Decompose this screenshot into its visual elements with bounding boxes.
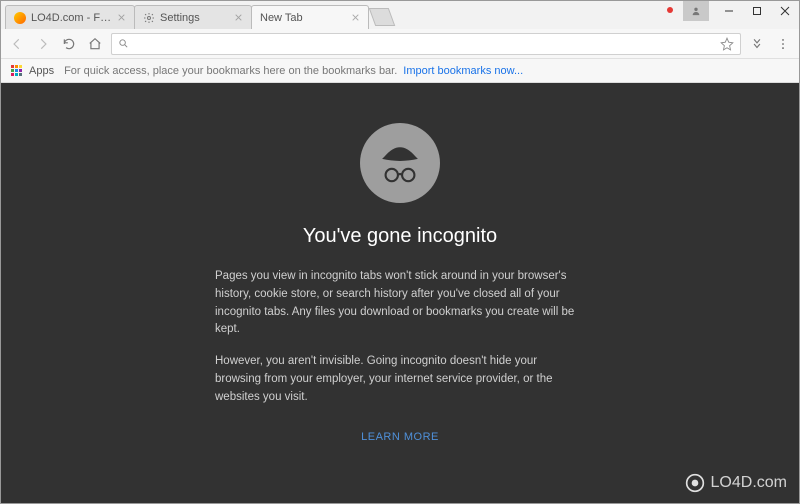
browser-window: LO4D.com - Free Softwa Settings New Tab <box>0 0 800 504</box>
search-icon <box>118 38 129 49</box>
favicon-gear-icon <box>143 12 155 24</box>
incognito-description: Pages you view in incognito tabs won't s… <box>215 268 585 407</box>
tab-strip: LO4D.com - Free Softwa Settings New Tab <box>1 1 661 29</box>
forward-button[interactable] <box>33 34 53 54</box>
tab-close-button[interactable] <box>117 13 126 22</box>
reload-button[interactable] <box>59 34 79 54</box>
omnibox[interactable] <box>111 33 741 55</box>
incognito-heading: You've gone incognito <box>303 225 497 248</box>
back-button[interactable] <box>7 34 27 54</box>
home-button[interactable] <box>85 34 105 54</box>
import-bookmarks-link[interactable]: Import bookmarks now... <box>403 65 523 77</box>
window-maximize-button[interactable] <box>743 1 771 21</box>
tab-new-tab[interactable]: New Tab <box>251 5 369 29</box>
content-area: You've gone incognito Pages you view in … <box>1 83 799 503</box>
bookmarks-bar: Apps For quick access, place your bookma… <box>1 59 799 83</box>
menu-button[interactable] <box>773 34 793 54</box>
account-button[interactable] <box>683 1 709 21</box>
learn-more-link[interactable]: LEARN MORE <box>361 431 439 443</box>
tab-settings[interactable]: Settings <box>134 5 252 29</box>
toolbar <box>1 29 799 59</box>
apps-label[interactable]: Apps <box>29 65 54 77</box>
tab-label: New Tab <box>260 12 346 24</box>
bookmark-star-icon[interactable] <box>720 37 734 51</box>
watermark: LO4D.com <box>685 473 787 493</box>
tab-lo4d[interactable]: LO4D.com - Free Softwa <box>5 5 135 29</box>
extensions-overflow-button[interactable] <box>747 34 767 54</box>
window-minimize-button[interactable] <box>715 1 743 21</box>
incognito-icon <box>360 123 440 203</box>
address-input[interactable] <box>135 37 714 51</box>
titlebar: LO4D.com - Free Softwa Settings New Tab <box>1 1 799 29</box>
tab-label: LO4D.com - Free Softwa <box>31 12 112 24</box>
tab-close-button[interactable] <box>351 13 360 22</box>
tab-close-button[interactable] <box>234 13 243 22</box>
favicon-lo4d-icon <box>14 12 26 24</box>
incognito-para-2: However, you aren't invisible. Going inc… <box>215 353 585 406</box>
apps-icon[interactable] <box>11 65 23 77</box>
watermark-text: LO4D.com <box>711 474 787 492</box>
recording-indicator-icon <box>667 7 673 13</box>
incognito-para-1: Pages you view in incognito tabs won't s… <box>215 268 585 339</box>
new-tab-button[interactable] <box>369 8 396 26</box>
bookmarks-hint: For quick access, place your bookmarks h… <box>64 65 397 77</box>
window-controls <box>683 1 799 21</box>
window-close-button[interactable] <box>771 1 799 21</box>
tab-label: Settings <box>160 12 229 24</box>
lo4d-logo-icon <box>685 473 705 493</box>
